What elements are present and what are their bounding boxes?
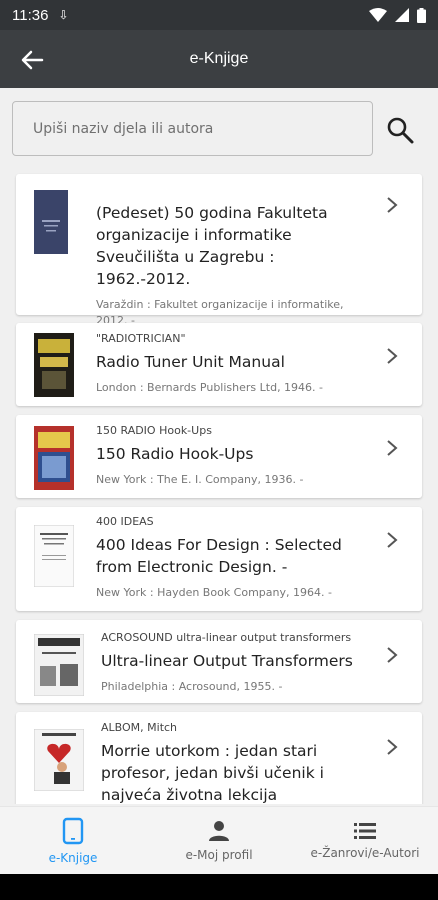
chevron-right-icon	[387, 197, 398, 213]
tablet-icon	[62, 817, 84, 844]
book-cover	[34, 525, 74, 587]
book-list: (Pedeset) 50 godina Fakulteta organizaci…	[0, 164, 438, 804]
back-arrow-icon[interactable]	[18, 46, 46, 74]
nav-e-zanrovi-e-autori[interactable]: e-Žanrovi/e-Autori	[292, 807, 438, 874]
book-publisher: Philadelphia : Acrosound, 1955. -	[101, 680, 283, 693]
book-title: 400 Ideas For Design : Selected from Ele…	[96, 536, 342, 576]
chevron-right-icon	[387, 348, 398, 364]
person-icon	[209, 820, 229, 841]
book-cover	[34, 729, 84, 791]
book-series: 400 IDEAS	[96, 515, 154, 528]
page-title: e-Knjige	[189, 50, 249, 67]
book-card[interactable]: ALBOM, Mitch Morrie utorkom : jedan star…	[16, 712, 422, 804]
signal-icon	[395, 8, 409, 22]
nav-label: e-Moj profil	[185, 847, 253, 862]
nav-label: e-Knjige	[48, 850, 98, 865]
book-publisher: London : Bernards Publishers Ltd, 1946. …	[96, 381, 324, 394]
book-publisher: New York : The E. I. Company, 1936. -	[96, 473, 304, 486]
book-card[interactable]: 150 RADIO Hook-Ups 150 Radio Hook-Ups Ne…	[16, 415, 422, 498]
search-icon[interactable]	[385, 115, 415, 145]
book-series: "RADIOTRICIAN"	[96, 332, 186, 345]
download-icon: ⇩	[58, 8, 69, 22]
book-title: Morrie utorkom : jedan stari profesor, j…	[101, 742, 324, 804]
status-icons	[369, 7, 426, 23]
book-title: Radio Tuner Unit Manual	[96, 353, 285, 371]
book-series: 150 RADIO Hook-Ups	[96, 424, 212, 437]
system-navigation-bar	[0, 874, 438, 900]
status-bar: 11:36 ⇩	[0, 0, 438, 30]
status-time: 11:36	[12, 6, 49, 24]
bottom-navigation: e-Knjige e-Moj profil e-Žanrovi/e-Autori	[0, 806, 438, 874]
book-publisher: New York : Hayden Book Company, 1964. -	[96, 586, 332, 599]
book-cover	[34, 190, 68, 254]
book-title: Ultra-linear Output Transformers	[101, 652, 353, 670]
book-card[interactable]: 400 IDEAS 400 Ideas For Design : Selecte…	[16, 507, 422, 611]
chevron-right-icon	[387, 647, 398, 663]
book-cover	[34, 426, 74, 490]
wifi-icon	[369, 8, 387, 22]
nav-e-moj-profil[interactable]: e-Moj profil	[146, 807, 292, 874]
book-card[interactable]: "RADIOTRICIAN" Radio Tuner Unit Manual L…	[16, 323, 422, 406]
chevron-right-icon	[387, 440, 398, 456]
book-title: (Pedeset) 50 godina Fakulteta organizaci…	[96, 204, 328, 288]
app-bar: e-Knjige	[0, 30, 438, 88]
list-icon	[354, 822, 376, 839]
chevron-right-icon	[387, 532, 398, 548]
battery-icon	[417, 7, 426, 23]
book-cover	[34, 634, 84, 696]
book-series: ACROSOUND ultra-linear output transforme…	[101, 631, 352, 644]
book-card[interactable]: ACROSOUND ultra-linear output transforme…	[16, 620, 422, 703]
search-input[interactable]	[12, 101, 373, 156]
chevron-right-icon	[387, 739, 398, 755]
nav-label: e-Žanrovi/e-Autori	[310, 845, 420, 860]
book-card[interactable]: (Pedeset) 50 godina Fakulteta organizaci…	[16, 174, 422, 327]
book-cover	[34, 333, 74, 397]
search-area	[0, 88, 438, 164]
nav-e-knjige[interactable]: e-Knjige	[0, 807, 146, 874]
book-series: ALBOM, Mitch	[101, 721, 178, 734]
book-title: 150 Radio Hook-Ups	[96, 445, 254, 463]
